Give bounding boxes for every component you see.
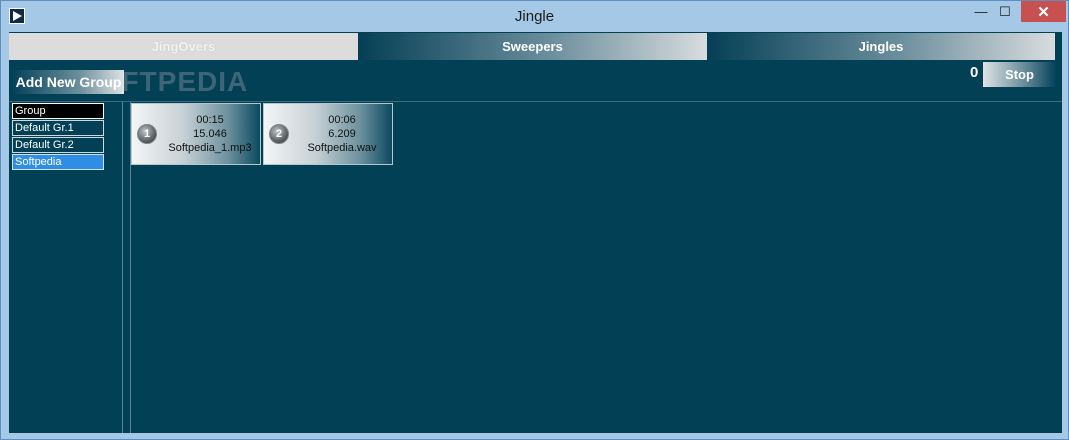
tab-sweepers[interactable]: Sweepers bbox=[358, 33, 707, 60]
app-window: Jingle — ☐ ✕ JingOvers Sweepers Jingles … bbox=[0, 0, 1069, 440]
group-item-default-gr1[interactable]: Default Gr.1 bbox=[12, 120, 104, 136]
tab-bar: JingOvers Sweepers Jingles bbox=[9, 33, 1062, 61]
group-list: Group Default Gr.1 Default Gr.2 Softpedi… bbox=[9, 102, 123, 433]
window-title: Jingle bbox=[514, 8, 555, 25]
tab-jingles[interactable]: Jingles bbox=[707, 33, 1055, 60]
jingle-card[interactable]: 2 00:06 6.209 Softpedia.wav bbox=[263, 103, 393, 165]
jingle-number-badge: 1 bbox=[137, 124, 157, 144]
maximize-button[interactable]: ☐ bbox=[991, 1, 1019, 22]
add-new-group-button[interactable]: Add New Group bbox=[13, 70, 124, 94]
group-item-default-gr2[interactable]: Default Gr.2 bbox=[12, 137, 104, 153]
tab-jingovers[interactable]: JingOvers bbox=[9, 33, 358, 60]
title-bar[interactable]: Jingle — ☐ ✕ bbox=[1, 1, 1068, 31]
group-item-softpedia[interactable]: Softpedia bbox=[12, 154, 104, 170]
group-list-header: Group bbox=[12, 103, 104, 119]
main-panel: JingOvers Sweepers Jingles SOFTPEDIA Add… bbox=[9, 32, 1062, 433]
jingle-area: 1 00:15 15.046 Softpedia_1.mp3 2 00:06 6… bbox=[131, 102, 1062, 433]
stop-button[interactable]: Stop bbox=[983, 62, 1056, 87]
jingle-filename: Softpedia_1.mp3 bbox=[168, 142, 252, 154]
jingle-number-badge: 2 bbox=[269, 124, 289, 144]
jingle-duration: 00:06 bbox=[328, 114, 356, 126]
jingle-filename: Softpedia.wav bbox=[307, 142, 377, 154]
jingle-size: 15.046 bbox=[193, 128, 227, 140]
jingle-duration: 00:15 bbox=[196, 114, 224, 126]
jingle-card[interactable]: 1 00:15 15.046 Softpedia_1.mp3 bbox=[131, 103, 261, 165]
play-counter: 0 bbox=[970, 64, 979, 81]
jingle-size: 6.209 bbox=[328, 128, 356, 140]
close-button[interactable]: ✕ bbox=[1021, 1, 1066, 22]
